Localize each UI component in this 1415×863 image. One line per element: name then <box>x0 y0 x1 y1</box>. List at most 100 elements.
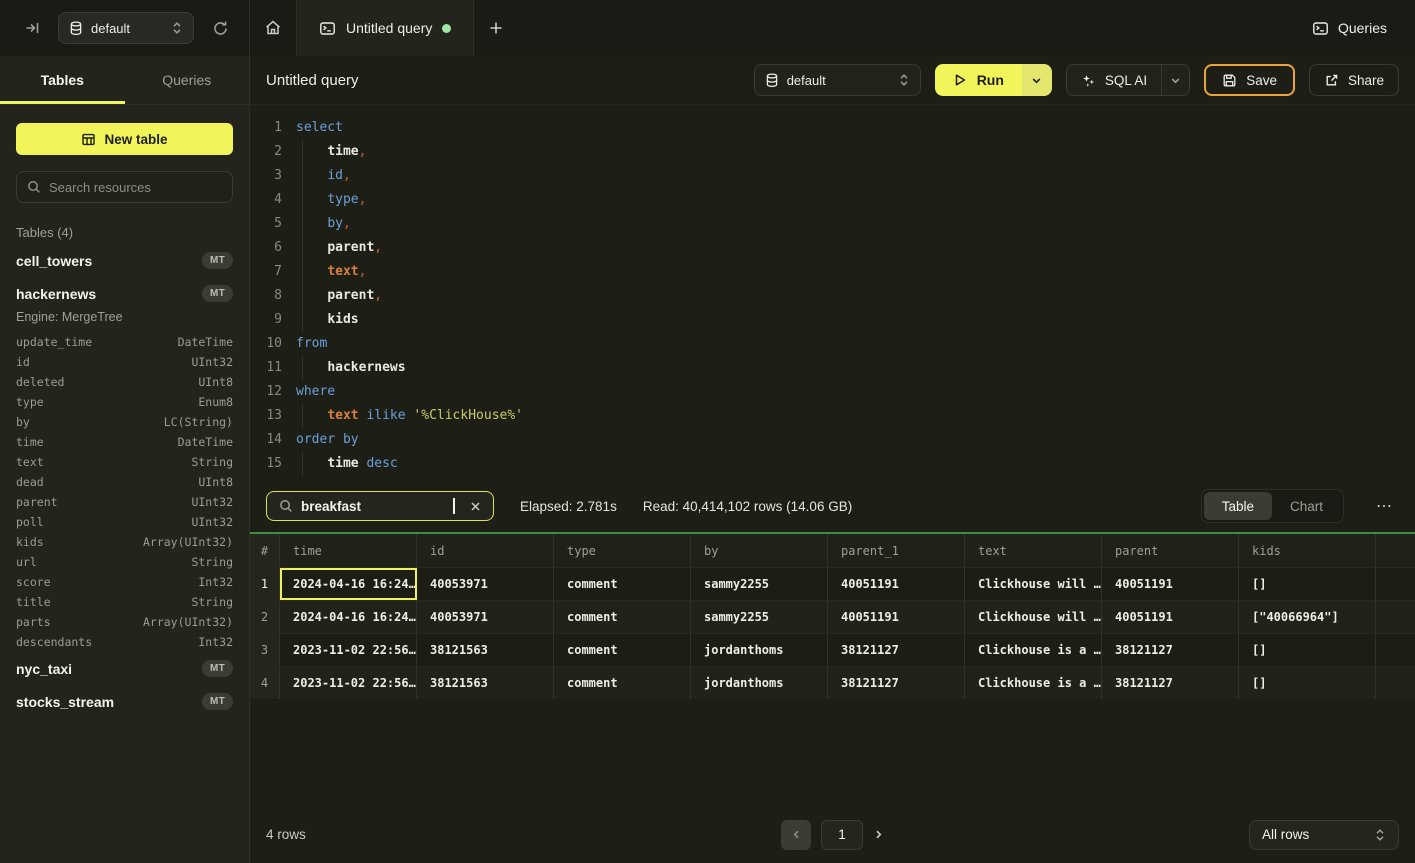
home-icon <box>264 19 282 37</box>
row-number[interactable]: 2 <box>250 601 280 633</box>
resource-search[interactable] <box>16 171 233 203</box>
collapse-sidebar-button[interactable] <box>20 16 44 40</box>
column-header[interactable]: type <box>554 534 691 567</box>
table-cell[interactable]: 38121563 <box>417 667 554 699</box>
next-page-button[interactable] <box>873 829 884 840</box>
previous-page-button[interactable] <box>781 820 811 850</box>
code-token: time <box>327 144 358 159</box>
row-number[interactable]: 3 <box>250 634 280 666</box>
table-cell[interactable]: 2023-11-02 22:56… <box>280 667 417 699</box>
column-item[interactable]: pollUInt32 <box>16 512 233 532</box>
column-header[interactable]: parent <box>1102 534 1239 567</box>
column-item[interactable]: kidsArray(UInt32) <box>16 532 233 552</box>
table-cell[interactable]: 2024-04-16 16:24… <box>280 568 417 600</box>
table-cell[interactable]: jordanthoms <box>691 667 828 699</box>
table-list-item[interactable]: cell_towersMT <box>16 244 233 277</box>
table-cell[interactable]: 40053971 <box>417 568 554 600</box>
column-header[interactable]: # <box>250 534 280 567</box>
code-token: , <box>359 264 367 279</box>
row-number[interactable]: 4 <box>250 667 280 699</box>
save-button[interactable]: Save <box>1204 64 1295 96</box>
sidebar-tab-queries[interactable]: Queries <box>125 56 250 104</box>
run-options-button[interactable] <box>1022 64 1052 96</box>
rows-per-page-select[interactable]: All rows <box>1249 820 1399 850</box>
table-cell[interactable]: Clickhouse is a … <box>965 667 1102 699</box>
table-cell[interactable]: jordanthoms <box>691 634 828 666</box>
column-item[interactable]: deadUInt8 <box>16 472 233 492</box>
column-item[interactable]: deletedUInt8 <box>16 372 233 392</box>
view-toggle-chart[interactable]: Chart <box>1272 492 1341 520</box>
table-cell[interactable]: Clickhouse will … <box>965 601 1102 633</box>
tables-section-label: Tables (4) <box>16 225 233 240</box>
table-cell[interactable]: sammy2255 <box>691 601 828 633</box>
resource-search-input[interactable] <box>49 180 222 195</box>
table-cell[interactable]: 40051191 <box>828 601 965 633</box>
table-cell[interactable]: ["40066964"] <box>1239 601 1376 633</box>
column-item[interactable]: partsArray(UInt32) <box>16 612 233 632</box>
column-item[interactable]: urlString <box>16 552 233 572</box>
sidebar-tab-tables[interactable]: Tables <box>0 56 125 104</box>
table-cell[interactable]: comment <box>554 601 691 633</box>
table-list-item[interactable]: stocks_streamMT <box>16 685 233 718</box>
column-item[interactable]: timeDateTime <box>16 432 233 452</box>
table-cell[interactable]: 40051191 <box>828 568 965 600</box>
column-header[interactable]: by <box>691 534 828 567</box>
table-cell[interactable]: [] <box>1239 667 1376 699</box>
tab-untitled-query[interactable]: Untitled query <box>296 0 474 56</box>
table-cell[interactable]: comment <box>554 634 691 666</box>
terminal-icon <box>319 20 336 37</box>
queries-icon <box>1312 20 1329 37</box>
table-cell[interactable]: 2024-04-16 16:24… <box>280 601 417 633</box>
table-cell[interactable]: [] <box>1239 634 1376 666</box>
table-cell[interactable]: 2023-11-02 22:56… <box>280 634 417 666</box>
table-cell[interactable]: [] <box>1239 568 1376 600</box>
column-item[interactable]: scoreInt32 <box>16 572 233 592</box>
column-item[interactable]: textString <box>16 452 233 472</box>
column-header[interactable]: kids <box>1239 534 1376 567</box>
column-item[interactable]: titleString <box>16 592 233 612</box>
table-list-item[interactable]: nyc_taxiMT <box>16 652 233 685</box>
column-header[interactable]: text <box>965 534 1102 567</box>
query-database-select[interactable]: default <box>754 64 921 96</box>
sql-ai-options-button[interactable] <box>1161 65 1189 95</box>
table-cell[interactable]: 38121127 <box>828 634 965 666</box>
new-tab-button[interactable] <box>474 0 518 56</box>
home-button[interactable] <box>250 0 296 56</box>
topbar-database-select[interactable]: default <box>58 12 194 44</box>
table-cell[interactable]: 40051191 <box>1102 568 1239 600</box>
sql-editor[interactable]: 1select2 time,3 id,4 type,5 by,6 parent,… <box>250 105 1415 480</box>
new-table-button[interactable]: New table <box>16 123 233 155</box>
table-cell[interactable]: 40051191 <box>1102 601 1239 633</box>
results-search[interactable] <box>266 491 494 521</box>
table-cell[interactable]: comment <box>554 568 691 600</box>
column-item[interactable]: descendantsInt32 <box>16 632 233 652</box>
table-cell[interactable]: Clickhouse is a … <box>965 634 1102 666</box>
refresh-button[interactable] <box>208 16 233 41</box>
current-page[interactable]: 1 <box>821 820 863 850</box>
column-item[interactable]: idUInt32 <box>16 352 233 372</box>
share-button[interactable]: Share <box>1309 64 1399 96</box>
table-cell[interactable]: 38121563 <box>417 634 554 666</box>
table-cell[interactable]: 38121127 <box>1102 634 1239 666</box>
view-toggle-table[interactable]: Table <box>1204 492 1272 520</box>
sql-ai-button[interactable]: SQL AI <box>1067 65 1161 95</box>
column-header[interactable]: parent_1 <box>828 534 965 567</box>
table-cell[interactable]: sammy2255 <box>691 568 828 600</box>
table-cell[interactable]: 38121127 <box>828 667 965 699</box>
column-item[interactable]: parentUInt32 <box>16 492 233 512</box>
table-cell[interactable]: Clickhouse will … <box>965 568 1102 600</box>
table-cell[interactable]: comment <box>554 667 691 699</box>
clear-search-button[interactable] <box>470 501 481 512</box>
results-more-button[interactable]: ⋯ <box>1370 492 1399 520</box>
column-item[interactable]: update_timeDateTime <box>16 332 233 352</box>
table-list-item[interactable]: hackernewsMT <box>16 277 233 310</box>
column-header[interactable]: time <box>280 534 417 567</box>
column-header[interactable]: id <box>417 534 554 567</box>
column-item[interactable]: typeEnum8 <box>16 392 233 412</box>
column-item[interactable]: byLC(String) <box>16 412 233 432</box>
queries-link[interactable]: Queries <box>1312 20 1387 37</box>
row-number[interactable]: 1 <box>250 568 280 600</box>
table-cell[interactable]: 38121127 <box>1102 667 1239 699</box>
run-button[interactable]: Run <box>935 64 1022 96</box>
table-cell[interactable]: 40053971 <box>417 601 554 633</box>
